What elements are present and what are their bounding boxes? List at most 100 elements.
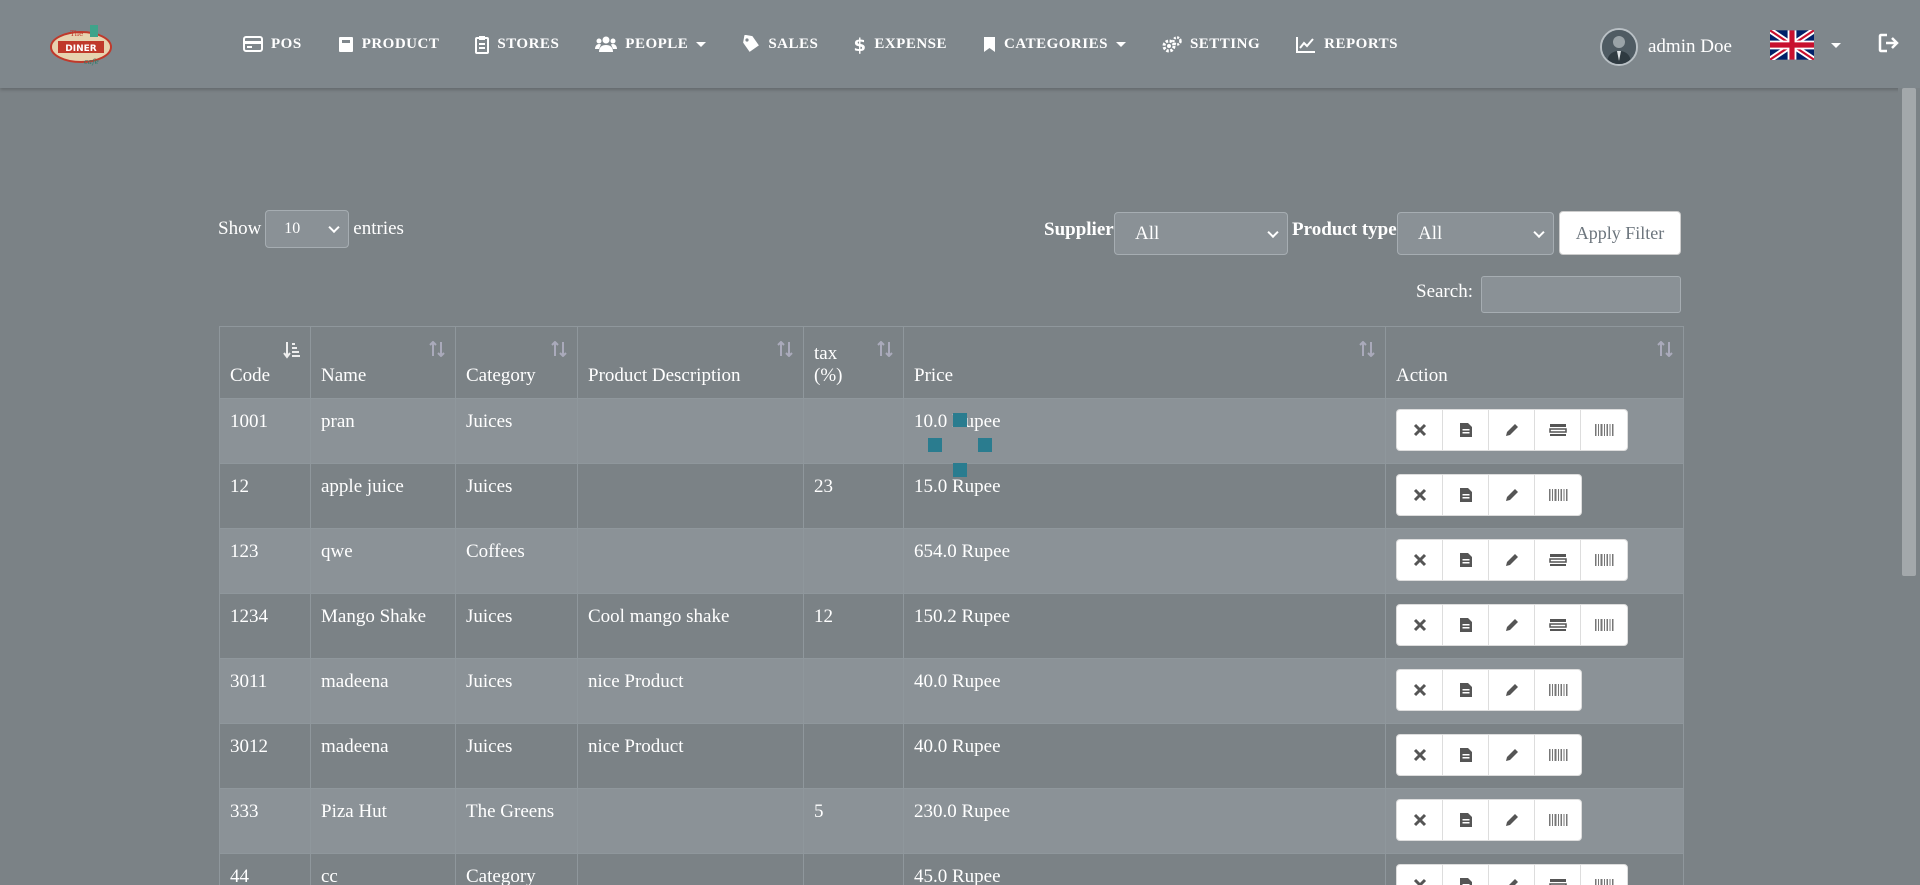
table-row: 3012 madeena Juices nice Product 40.0 Rupee	[219, 723, 1684, 789]
sort-asc-active-icon	[283, 342, 300, 359]
cell-code: 12	[219, 463, 311, 529]
vertical-scrollbar[interactable]	[1898, 88, 1920, 885]
delete-button[interactable]	[1397, 605, 1443, 645]
main-nav: POS PRODUCT STORES PEOPLE SALES $ EXPENS…	[243, 0, 1434, 88]
column-header-action[interactable]: Action	[1385, 326, 1684, 399]
barcode-button[interactable]	[1581, 410, 1627, 450]
cell-name: Piza Hut	[310, 788, 456, 854]
edit-button[interactable]	[1489, 735, 1535, 775]
cell-tax: 23	[803, 463, 904, 529]
stock-button[interactable]	[1535, 865, 1581, 885]
file-icon	[1459, 488, 1472, 502]
logout-icon[interactable]	[1878, 33, 1900, 53]
cell-code: 1001	[219, 398, 311, 464]
close-icon	[1413, 553, 1426, 567]
cell-description: nice Product	[577, 723, 804, 789]
delete-button[interactable]	[1397, 735, 1443, 775]
nav-setting-label: SETTING	[1189, 35, 1261, 52]
column-header-name[interactable]: Name	[310, 326, 456, 399]
tasks-icon	[1548, 554, 1567, 566]
supplier-label: Supplier	[1044, 219, 1114, 240]
user-menu[interactable]: admin Doe	[1600, 28, 1732, 66]
delete-button[interactable]	[1397, 800, 1443, 840]
delete-button[interactable]	[1397, 670, 1443, 710]
nav-categories[interactable]: CATEGORIES	[983, 0, 1126, 88]
column-header-category[interactable]: Category	[455, 326, 578, 399]
barcode-icon	[1595, 619, 1614, 631]
cell-price: 45.0 Rupee	[903, 853, 1386, 885]
barcode-button[interactable]	[1581, 540, 1627, 580]
nav-setting[interactable]: SETTING	[1162, 0, 1260, 88]
view-button[interactable]	[1443, 410, 1489, 450]
barcode-button[interactable]	[1581, 605, 1627, 645]
delete-button[interactable]	[1397, 865, 1443, 885]
column-header-code[interactable]: Code	[219, 326, 311, 399]
cell-name: cc	[310, 853, 456, 885]
entries-value: 10	[284, 220, 301, 237]
nav-categories-label: CATEGORIES	[1004, 35, 1108, 52]
nav-reports-label: REPORTS	[1324, 35, 1398, 52]
edit-button[interactable]	[1489, 800, 1535, 840]
view-button[interactable]	[1443, 605, 1489, 645]
barcode-button[interactable]	[1535, 735, 1581, 775]
header-label: Action	[1396, 365, 1448, 386]
barcode-button[interactable]	[1535, 475, 1581, 515]
cell-price: 654.0 Rupee	[903, 528, 1386, 594]
view-button[interactable]	[1443, 670, 1489, 710]
nav-product[interactable]: PRODUCT	[338, 0, 440, 88]
edit-button[interactable]	[1489, 865, 1535, 885]
view-button[interactable]	[1443, 800, 1489, 840]
nav-stores[interactable]: STORES	[475, 0, 559, 88]
view-button[interactable]	[1443, 540, 1489, 580]
product-type-select[interactable]: All	[1397, 212, 1554, 255]
edit-button[interactable]	[1489, 605, 1535, 645]
edit-button[interactable]	[1489, 475, 1535, 515]
barcode-button[interactable]	[1581, 865, 1627, 885]
nav-pos[interactable]: POS	[243, 0, 302, 88]
search-input[interactable]	[1481, 276, 1681, 313]
view-button[interactable]	[1443, 865, 1489, 885]
diner-logo[interactable]: DINER The cafe	[48, 22, 114, 68]
nav-people[interactable]: PEOPLE	[595, 0, 707, 88]
column-header-price[interactable]: Price	[903, 326, 1386, 399]
delete-button[interactable]	[1397, 540, 1443, 580]
header-label-line1: tax	[814, 343, 838, 364]
close-icon	[1413, 423, 1426, 437]
column-header-description[interactable]: Product Description	[577, 326, 804, 399]
view-button[interactable]	[1443, 735, 1489, 775]
delete-button[interactable]	[1397, 475, 1443, 515]
nav-sales[interactable]: SALES	[742, 0, 818, 88]
entries-label: entries	[353, 218, 404, 239]
view-button[interactable]	[1443, 475, 1489, 515]
cell-price: 230.0 Rupee	[903, 788, 1386, 854]
supplier-select[interactable]: All	[1114, 212, 1288, 255]
header-label: Name	[321, 365, 367, 386]
cell-actions	[1385, 853, 1684, 885]
stock-button[interactable]	[1535, 605, 1581, 645]
barcode-button[interactable]	[1535, 670, 1581, 710]
cell-code: 3012	[219, 723, 311, 789]
uk-flag-icon[interactable]	[1770, 30, 1814, 60]
edit-button[interactable]	[1489, 540, 1535, 580]
cell-actions	[1385, 788, 1684, 854]
pencil-icon	[1506, 683, 1518, 696]
scrollbar-thumb[interactable]	[1902, 88, 1916, 576]
row-actions	[1396, 409, 1628, 451]
column-header-tax[interactable]: tax (%)	[803, 326, 904, 399]
apply-filter-button[interactable]: Apply Filter	[1559, 211, 1681, 255]
cell-actions	[1385, 463, 1684, 529]
nav-expense[interactable]: $ EXPENSE	[854, 0, 947, 88]
delete-button[interactable]	[1397, 410, 1443, 450]
stock-button[interactable]	[1535, 410, 1581, 450]
barcode-button[interactable]	[1535, 800, 1581, 840]
language-caret-icon[interactable]	[1831, 43, 1841, 48]
stock-button[interactable]	[1535, 540, 1581, 580]
nav-reports[interactable]: REPORTS	[1296, 0, 1398, 88]
dollar-icon: $	[854, 35, 866, 54]
cell-description: Cool mango shake	[577, 593, 804, 659]
entries-select[interactable]: 10	[265, 210, 350, 248]
nav-people-label: PEOPLE	[625, 35, 689, 52]
edit-button[interactable]	[1489, 410, 1535, 450]
edit-button[interactable]	[1489, 670, 1535, 710]
clipboard-icon	[475, 35, 490, 54]
